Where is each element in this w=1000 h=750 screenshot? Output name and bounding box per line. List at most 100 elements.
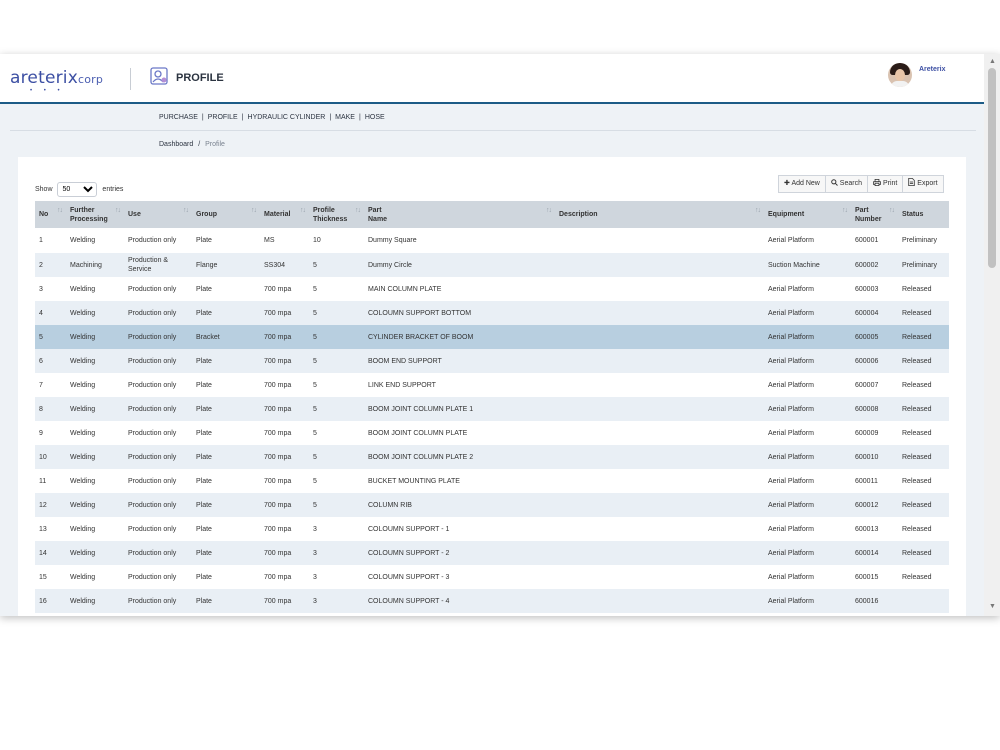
table-row[interactable]: 13 Welding Production only Plate 700 mpa 3 COL… bbox=[35, 517, 949, 541]
cell-description bbox=[555, 397, 764, 421]
column-header-description[interactable]: Description ↑↓ bbox=[555, 201, 764, 228]
breadcrumb-dashboard[interactable]: Dashboard bbox=[159, 141, 193, 148]
cell-profile-thickness: 3 bbox=[309, 517, 364, 541]
cell-description bbox=[555, 541, 764, 565]
table-row[interactable]: 14 Welding Production only Plate 700 mpa 3 COL… bbox=[35, 541, 949, 565]
cell-use: Production only bbox=[124, 517, 192, 541]
table-row[interactable]: 8 Welding Production only Plate 700 mpa 5 BOOM… bbox=[35, 397, 949, 421]
cell-profile-thickness: 5 bbox=[309, 421, 364, 445]
cell-part-number: 600016 bbox=[851, 589, 898, 613]
sort-icon[interactable]: ↑↓ bbox=[546, 206, 552, 215]
brand-logo[interactable]: areterixcorp bbox=[10, 68, 103, 88]
column-header-status[interactable]: Status bbox=[898, 201, 949, 228]
cell-status: Released bbox=[898, 565, 949, 589]
cell-group: Plate bbox=[192, 565, 260, 589]
cell-material: 700 mpa bbox=[260, 469, 309, 493]
sort-icon[interactable]: ↑↓ bbox=[355, 206, 361, 215]
export-button[interactable]: Export bbox=[902, 175, 944, 193]
column-header-further-processing[interactable]: Further Processing ↑↓ bbox=[66, 201, 124, 228]
nav-divider bbox=[10, 130, 976, 131]
column-header-use[interactable]: Use ↑↓ bbox=[124, 201, 192, 228]
nav-link-make[interactable]: MAKE bbox=[335, 114, 355, 121]
sort-icon[interactable]: ↑↓ bbox=[115, 206, 121, 215]
scroll-thumb[interactable] bbox=[988, 68, 996, 268]
cell-no: 13 bbox=[35, 517, 66, 541]
column-header-no[interactable]: No ↑↓ bbox=[35, 201, 66, 228]
add-new-button[interactable]: ✚ Add New bbox=[778, 175, 826, 193]
nav-link-profile[interactable]: PROFILE bbox=[208, 114, 238, 121]
cell-material: 700 mpa bbox=[260, 541, 309, 565]
nav-link-hydraulic-cylinder[interactable]: HYDRAULIC CYLINDER bbox=[248, 114, 326, 121]
cell-further-processing: Machining bbox=[66, 253, 124, 277]
table-row[interactable]: 10 Welding Production only Plate 700 mpa 5 BOO… bbox=[35, 445, 949, 469]
cell-no: 1 bbox=[35, 228, 66, 253]
user-name[interactable]: Areterix bbox=[919, 66, 945, 73]
table-row[interactable]: 15 Welding Production only Plate 700 mpa 3 COL… bbox=[35, 565, 949, 589]
column-header-part-name[interactable]: Part Name ↑↓ bbox=[364, 201, 555, 228]
cell-further-processing: Welding bbox=[66, 325, 124, 349]
cell-part-name: MAIN COLUMN PLATE bbox=[364, 277, 555, 301]
sort-icon[interactable]: ↑↓ bbox=[57, 206, 63, 215]
cell-use: Production only bbox=[124, 589, 192, 613]
cell-profile-thickness: 5 bbox=[309, 373, 364, 397]
column-header-part-number[interactable]: Part Number ↑↓ bbox=[851, 201, 898, 228]
cell-use: Production only bbox=[124, 445, 192, 469]
cell-equipment: Aerial Platform bbox=[764, 493, 851, 517]
column-header-profile-thickness[interactable]: Profile Thickness ↑↓ bbox=[309, 201, 364, 228]
sort-icon[interactable]: ↑↓ bbox=[251, 206, 257, 215]
breadcrumb: Dashboard / Profile bbox=[159, 141, 225, 148]
column-header-group[interactable]: Group ↑↓ bbox=[192, 201, 260, 228]
cell-use: Production only bbox=[124, 349, 192, 373]
cell-further-processing: Welding bbox=[66, 469, 124, 493]
cell-no: 14 bbox=[35, 541, 66, 565]
cell-part-number: 600004 bbox=[851, 301, 898, 325]
user-avatar[interactable] bbox=[888, 63, 912, 87]
page-scrollbar[interactable]: ▲ ▼ bbox=[984, 54, 1000, 616]
table-row[interactable]: 6 Welding Production only Plate 700 mpa 5 BOOM… bbox=[35, 349, 949, 373]
sort-icon[interactable]: ↑↓ bbox=[183, 206, 189, 215]
sort-icon[interactable]: ↑↓ bbox=[889, 206, 895, 215]
cell-further-processing: Welding bbox=[66, 517, 124, 541]
export-icon bbox=[908, 178, 916, 186]
cell-status: Preliminary bbox=[898, 253, 949, 277]
add-new-label: Add New bbox=[791, 180, 820, 187]
cell-material: 700 mpa bbox=[260, 421, 309, 445]
cell-description bbox=[555, 325, 764, 349]
table-row[interactable]: 16 Welding Production only Plate 700 mpa 3 COL… bbox=[35, 589, 949, 613]
nav-link-hose[interactable]: HOSE bbox=[365, 114, 385, 121]
table-row[interactable]: 9 Welding Production only Plate 700 mpa 5 BOOM… bbox=[35, 421, 949, 445]
sort-icon[interactable]: ↑↓ bbox=[842, 206, 848, 215]
cell-profile-thickness: 5 bbox=[309, 349, 364, 373]
nav-link-purchase[interactable]: PURCHASE bbox=[159, 114, 198, 121]
table-row[interactable]: 1 Welding Production only Plate MS 10 Dummy Sq… bbox=[35, 228, 949, 253]
table-row[interactable]: 4 Welding Production only Plate 700 mpa 5 COLO… bbox=[35, 301, 949, 325]
cell-equipment: Aerial Platform bbox=[764, 373, 851, 397]
search-button[interactable]: Search bbox=[824, 175, 868, 193]
cell-description bbox=[555, 349, 764, 373]
table-row[interactable]: 11 Welding Production only Plate 700 mpa 5 BUC… bbox=[35, 469, 949, 493]
column-header-material[interactable]: Material ↑↓ bbox=[260, 201, 309, 228]
scroll-up-icon[interactable]: ▲ bbox=[989, 58, 996, 65]
cell-part-number: 600013 bbox=[851, 517, 898, 541]
cell-profile-thickness: 5 bbox=[309, 325, 364, 349]
table-row[interactable]: 12 Welding Production only Plate 700 mpa 5 COL… bbox=[35, 493, 949, 517]
table-row[interactable]: 7 Welding Production only Plate 700 mpa 5 LINK… bbox=[35, 373, 949, 397]
search-icon bbox=[831, 179, 838, 186]
scroll-down-icon[interactable]: ▼ bbox=[989, 603, 996, 610]
cell-no: 10 bbox=[35, 445, 66, 469]
cell-part-number: 600002 bbox=[851, 253, 898, 277]
sort-icon[interactable]: ↑↓ bbox=[755, 206, 761, 215]
table-row[interactable]: 3 Welding Production only Plate 700 mpa 5 MAIN… bbox=[35, 277, 949, 301]
entries-select[interactable]: 50 bbox=[57, 182, 98, 197]
cell-material: 700 mpa bbox=[260, 277, 309, 301]
cell-part-name: COLOUMN SUPPORT - 3 bbox=[364, 565, 555, 589]
table-row[interactable]: 5 Welding Production only Bracket 700 mpa 5 CY… bbox=[35, 325, 949, 349]
cell-no: 2 bbox=[35, 253, 66, 277]
column-header-label: No bbox=[39, 211, 49, 218]
print-button[interactable]: Print bbox=[866, 175, 904, 193]
module-nav: PURCHASE | PROFILE | HYDRAULIC CYLINDER | MAKE… bbox=[159, 114, 385, 121]
column-header-equipment[interactable]: Equipment ↑↓ bbox=[764, 201, 851, 228]
cell-profile-thickness: 5 bbox=[309, 397, 364, 421]
sort-icon[interactable]: ↑↓ bbox=[300, 206, 306, 215]
table-row[interactable]: 2 Machining Production & Service Flange SS30… bbox=[35, 253, 949, 277]
